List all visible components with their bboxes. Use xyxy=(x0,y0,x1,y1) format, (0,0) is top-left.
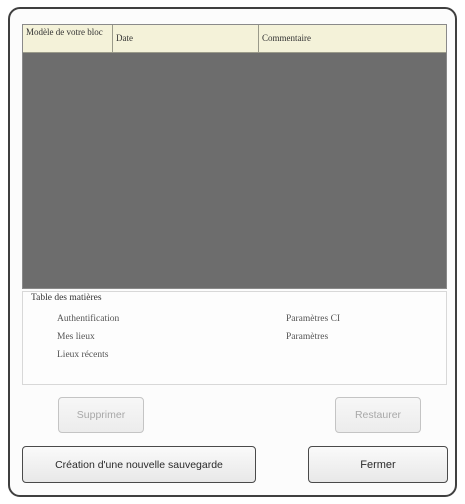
restore-button[interactable]: Restaurer xyxy=(335,397,421,433)
toc-item-settings: Paramètres xyxy=(286,332,329,342)
toc-item-ci-settings: Paramètres CI xyxy=(286,314,341,324)
table-of-contents-title: Table des matières xyxy=(31,293,104,303)
delete-button[interactable]: Supprimer xyxy=(58,397,144,433)
table-of-contents-group: Table des matières Authentification Mes … xyxy=(22,291,447,385)
toc-item-my-places: Mes lieux xyxy=(57,332,95,342)
backups-grid[interactable]: Modèle de votre bloc Date Commentaire xyxy=(22,24,447,289)
column-header-model[interactable]: Modèle de votre bloc xyxy=(23,25,113,52)
backup-dialog: Modèle de votre bloc Date Commentaire Ta… xyxy=(8,7,457,497)
create-backup-button[interactable]: Création d'une nouvelle sauvegarde xyxy=(22,446,256,483)
backups-grid-header: Modèle de votre bloc Date Commentaire xyxy=(23,25,446,53)
column-header-comment[interactable]: Commentaire xyxy=(259,25,446,52)
toc-item-recent-places: Lieux récents xyxy=(57,350,109,360)
close-button[interactable]: Fermer xyxy=(308,446,448,483)
toc-item-authentication: Authentification xyxy=(57,314,120,324)
column-header-date[interactable]: Date xyxy=(113,25,259,52)
